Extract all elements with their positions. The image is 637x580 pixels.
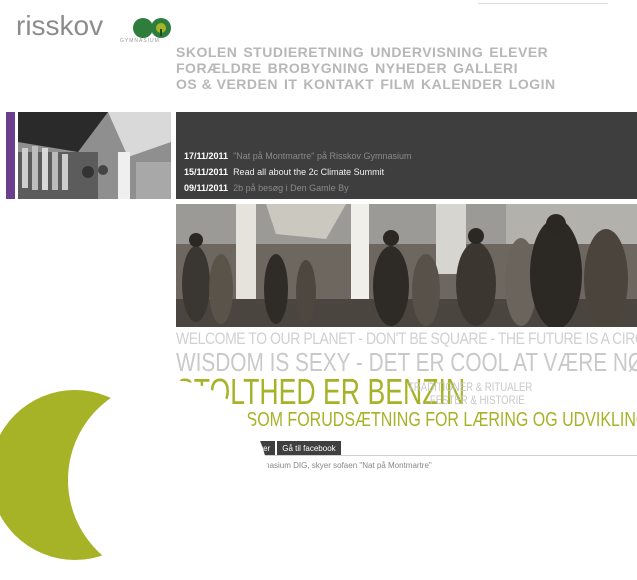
nav-item-kontakt[interactable]: KONTAKT (303, 76, 374, 92)
main-navigation: SKOLEN STUDIERETNING UNDERVISNING ELEVER… (176, 44, 616, 92)
news-item[interactable]: 15/11/2011 Read all about the 2c Climate… (184, 164, 412, 180)
slogan-side-b: ... FESTER & HISTORIE (419, 393, 525, 407)
nav-item-os-verden[interactable]: OS & VERDEN (176, 76, 278, 92)
search-field[interactable] (478, 0, 608, 4)
nav-item-undervisning[interactable]: UNDERVISNING (370, 44, 483, 60)
news-item[interactable]: 17/11/2011 "Nat på Montmartre" på Rissko… (184, 148, 412, 164)
nav-item-it[interactable]: IT (284, 76, 297, 92)
news-date: 15/11/2011 (184, 167, 229, 177)
nav-item-nyheder[interactable]: NYHEDER (375, 60, 447, 76)
nav-item-foraeldre[interactable]: FORÆLDRE (176, 60, 262, 76)
go-to-facebook-button[interactable]: Gå til facebook (277, 441, 341, 456)
school-interior-photo (18, 112, 171, 199)
news-date: 17/11/2011 (184, 151, 229, 161)
news-panel: 17/11/2011 "Nat på Montmartre" på Rissko… (176, 112, 637, 199)
slogan-side: TRADITIONER & RITUALER ... FESTER & HIST… (408, 381, 532, 407)
nav-row-3: OS & VERDEN IT KONTAKT FILM KALENDER LOG… (176, 76, 616, 92)
news-title[interactable]: 2b på besøg i Den Gamle By (233, 180, 349, 196)
news-date: 09/11/2011 (184, 183, 229, 193)
logo-subtitle: GYMNASIUM (120, 38, 160, 44)
nav-item-film[interactable]: FILM (380, 76, 415, 92)
accent-bar (6, 112, 15, 199)
site-logo-text[interactable]: risskov (16, 10, 103, 42)
news-item[interactable]: 09/11/2011 2b på besøg i Den Gamle By (184, 180, 412, 196)
nav-row-2: FORÆLDRE BROBYGNING NYHEDER GALLERI (176, 60, 616, 76)
nav-item-studieretning[interactable]: STUDIERETNING (243, 44, 364, 60)
hero-crowd-photo (176, 204, 637, 327)
slogan-line-3: STOLTHED ER BENZIN TRADITIONER & RITUALE… (176, 375, 637, 409)
nav-row-1: SKOLEN STUDIERETNING UNDERVISNING ELEVER (176, 44, 616, 60)
nav-item-galleri[interactable]: GALLERI (453, 60, 518, 76)
news-title[interactable]: Read all about the 2c Climate Summit (233, 164, 384, 180)
nav-item-brobygning[interactable]: BROBYGNING (268, 60, 369, 76)
nav-item-elever[interactable]: ELEVER (489, 44, 548, 60)
news-title[interactable]: "Nat på Montmartre" på Risskov Gymnasium (233, 148, 411, 164)
nav-item-login[interactable]: LOGIN (509, 76, 556, 92)
slogan-line-2: WISDOM IS SEXY - DET ER COOL AT VÆRE NØR… (176, 349, 637, 375)
decorative-arc-mask (68, 380, 268, 580)
nav-item-skolen[interactable]: SKOLEN (176, 44, 237, 60)
news-list: 17/11/2011 "Nat på Montmartre" på Rissko… (184, 148, 412, 196)
slogan-line-1: WELCOME TO OUR PLANET - DON'T BE SQUARE … (176, 329, 637, 348)
nav-item-kalender[interactable]: KALENDER (421, 76, 503, 92)
